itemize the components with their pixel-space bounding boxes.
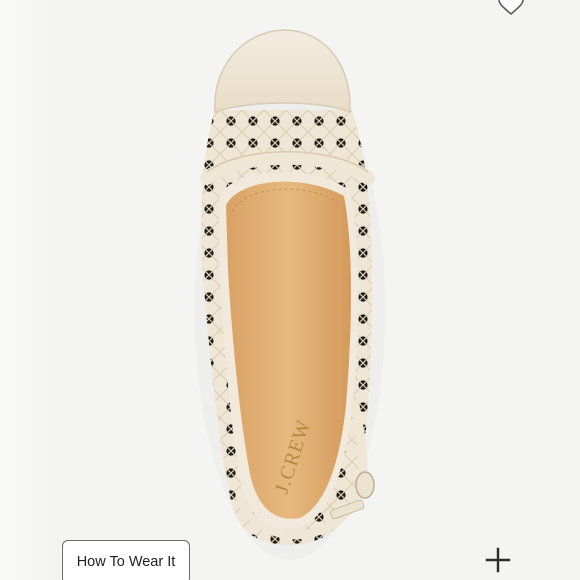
toe-cap <box>214 29 351 114</box>
plus-icon[interactable] <box>476 540 520 580</box>
buckle <box>355 471 375 499</box>
product-image-viewer: J.CREW How To Wear It <box>0 0 580 580</box>
heart-outline-icon[interactable] <box>498 0 524 16</box>
how-to-wear-button[interactable]: How To Wear It <box>62 540 190 580</box>
product-photo: J.CREW <box>195 29 385 560</box>
